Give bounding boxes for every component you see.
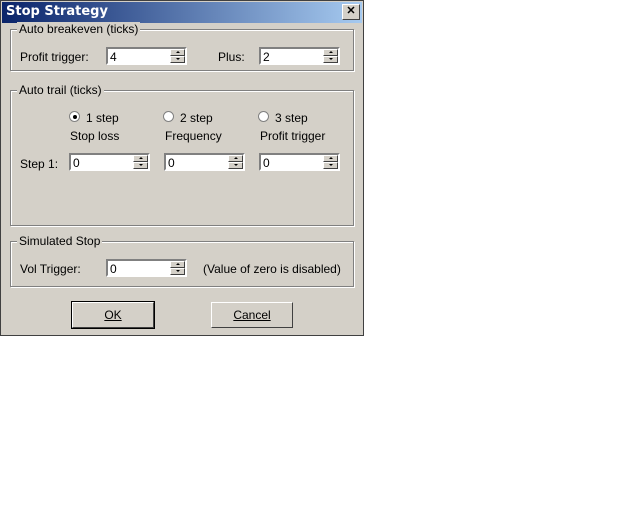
title-bar[interactable]: Stop Strategy ✕ xyxy=(2,2,362,23)
trail-profit-trigger-spinner[interactable]: 0 xyxy=(259,153,340,171)
cancel-button[interactable]: Cancel xyxy=(211,302,293,328)
stop-loss-down-button[interactable] xyxy=(133,162,148,169)
profit-trigger-value[interactable]: 4 xyxy=(110,50,117,64)
trail-profit-trigger-value[interactable]: 0 xyxy=(263,156,270,170)
stop-loss-value[interactable]: 0 xyxy=(73,156,80,170)
radio-3-step-label[interactable]: 3 step xyxy=(275,111,308,125)
radio-3-step[interactable] xyxy=(258,111,269,122)
auto-trail-legend: Auto trail (ticks) xyxy=(17,83,104,97)
frequency-up-button[interactable] xyxy=(228,155,243,162)
radio-1-step-label[interactable]: 1 step xyxy=(86,111,119,125)
vol-trigger-down-button[interactable] xyxy=(170,268,185,275)
frequency-down-button[interactable] xyxy=(228,162,243,169)
stop-loss-spinner[interactable]: 0 xyxy=(69,153,150,171)
window-title: Stop Strategy xyxy=(6,4,108,19)
column-profit-trigger: Profit trigger xyxy=(260,129,326,143)
vol-trigger-label: Vol Trigger: xyxy=(20,262,81,276)
plus-up-button[interactable] xyxy=(323,49,338,56)
plus-down-button[interactable] xyxy=(323,56,338,63)
profit-trigger-spinner[interactable]: 4 xyxy=(106,47,187,65)
stop-strategy-dialog: Stop Strategy ✕ Auto breakeven (ticks) P… xyxy=(0,0,364,336)
vol-trigger-up-button[interactable] xyxy=(170,261,185,268)
close-icon: ✕ xyxy=(346,5,356,17)
profit-trigger-label: Profit trigger: xyxy=(20,50,89,64)
trail-profit-trigger-down-button[interactable] xyxy=(323,162,338,169)
simulated-stop-legend: Simulated Stop xyxy=(17,234,103,248)
column-stop-loss: Stop loss xyxy=(70,129,120,143)
cancel-button-label: Cancel xyxy=(233,308,271,322)
ok-button-label: OK xyxy=(104,308,122,322)
vol-trigger-value[interactable]: 0 xyxy=(110,262,117,276)
stop-loss-up-button[interactable] xyxy=(133,155,148,162)
ok-button[interactable]: OK xyxy=(71,301,155,329)
radio-1-step[interactable] xyxy=(69,111,80,122)
profit-trigger-down-button[interactable] xyxy=(170,56,185,63)
frequency-spinner[interactable]: 0 xyxy=(164,153,245,171)
auto-breakeven-legend: Auto breakeven (ticks) xyxy=(17,22,141,36)
plus-label: Plus: xyxy=(218,50,245,64)
radio-2-step-label[interactable]: 2 step xyxy=(180,111,213,125)
step-1-label: Step 1: xyxy=(20,157,59,171)
plus-value[interactable]: 2 xyxy=(263,50,270,64)
profit-trigger-up-button[interactable] xyxy=(170,49,185,56)
plus-spinner[interactable]: 2 xyxy=(259,47,340,65)
column-frequency: Frequency xyxy=(165,129,222,143)
close-button[interactable]: ✕ xyxy=(342,4,360,20)
trail-profit-trigger-up-button[interactable] xyxy=(323,155,338,162)
vol-trigger-spinner[interactable]: 0 xyxy=(106,259,187,277)
vol-trigger-note: (Value of zero is disabled) xyxy=(203,262,341,276)
frequency-value[interactable]: 0 xyxy=(168,156,175,170)
radio-2-step[interactable] xyxy=(163,111,174,122)
